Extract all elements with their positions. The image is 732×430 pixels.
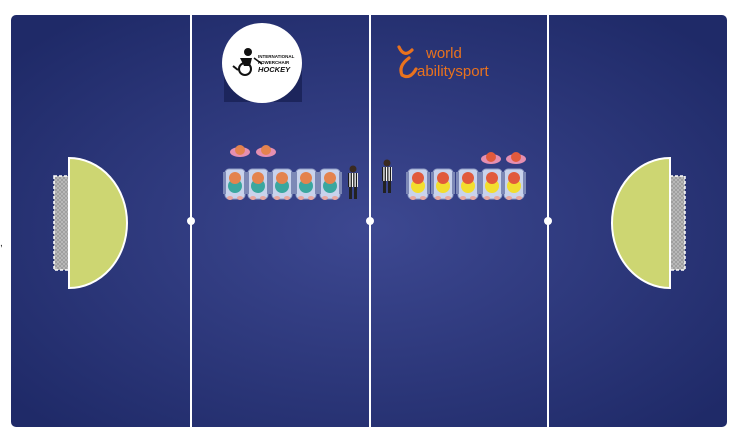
right-faceoff-dot — [544, 217, 552, 225]
left-team-player-4 — [294, 168, 318, 200]
powerchair-hockey-logo: INTERNATIONAL POWERCHAIR HOCKEY — [222, 23, 302, 103]
wordmark-abilitysport: abilitysport — [417, 63, 490, 80]
right-team-player-1 — [406, 168, 430, 200]
right-team-player-2 — [431, 168, 455, 200]
wordmark-world: world — [425, 45, 462, 62]
right-team-player-3 — [456, 168, 480, 200]
center-faceoff-dot — [366, 217, 374, 225]
right-goal-net — [669, 175, 686, 271]
left-faceoff-dot — [187, 217, 195, 225]
left-team-player-3 — [270, 168, 294, 200]
page-edge-mark: , — [0, 238, 3, 249]
right-team-player-5 — [502, 168, 526, 200]
ipch-logo-line-1: INTERNATIONAL — [258, 54, 295, 59]
left-team-player-5 — [318, 168, 342, 200]
rink-illustration: INTERNATIONAL POWERCHAIR HOCKEY world ab… — [9, 13, 729, 429]
left-goal-net — [53, 175, 70, 271]
right-team-player-4 — [480, 168, 504, 200]
left-team-player-1 — [223, 168, 247, 200]
ipch-logo-line-3: HOCKEY — [258, 65, 291, 74]
left-team-player-2 — [246, 168, 270, 200]
